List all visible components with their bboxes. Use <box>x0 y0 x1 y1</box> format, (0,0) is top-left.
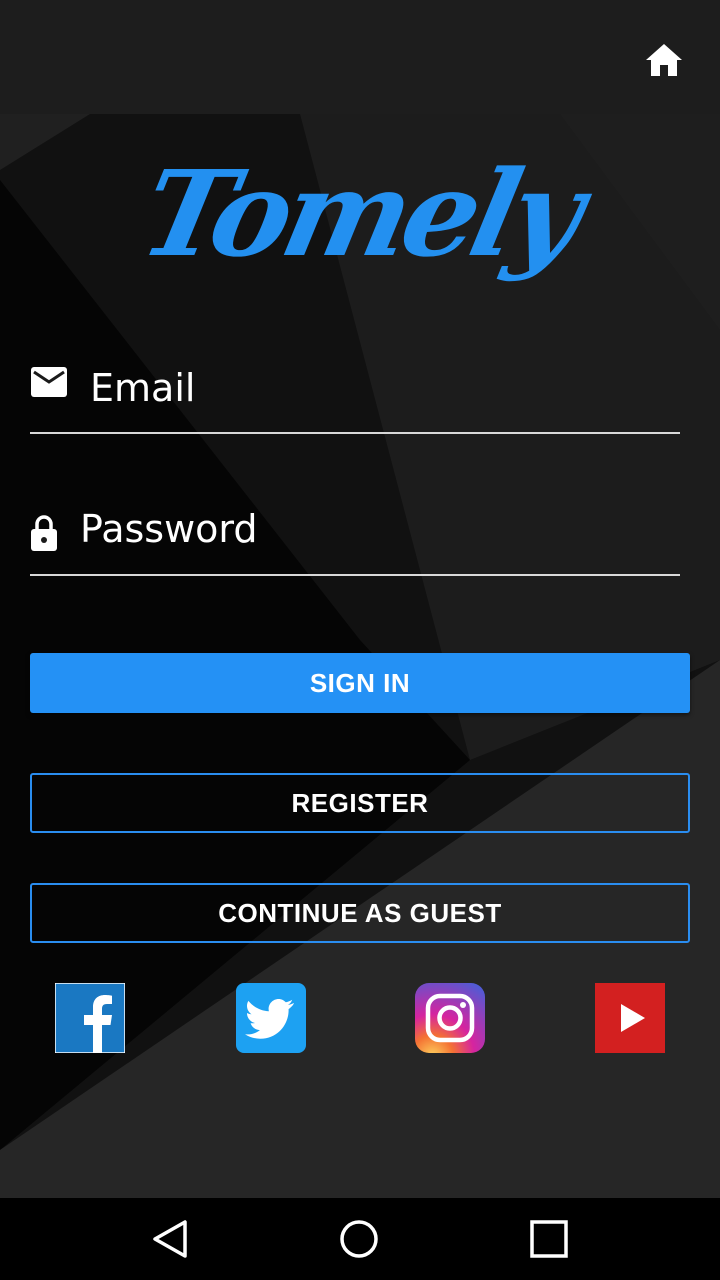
email-icon <box>30 366 68 398</box>
recents-square-icon[interactable] <box>526 1216 572 1262</box>
continue-as-guest-button[interactable]: CONTINUE AS GUEST <box>30 883 690 943</box>
password-field <box>30 486 680 576</box>
home-circle-icon[interactable] <box>336 1216 382 1262</box>
lock-icon <box>30 514 58 552</box>
logo-text: Tomely <box>130 143 590 283</box>
register-button[interactable]: REGISTER <box>30 773 690 833</box>
youtube-icon[interactable] <box>595 983 665 1053</box>
password-input[interactable] <box>80 486 670 572</box>
back-triangle-icon[interactable] <box>147 1216 193 1262</box>
instagram-icon[interactable] <box>415 983 485 1053</box>
system-nav-bar <box>0 1198 720 1280</box>
home-icon[interactable] <box>644 40 684 80</box>
email-field <box>30 344 680 434</box>
email-input[interactable] <box>90 344 670 430</box>
twitter-icon[interactable] <box>236 983 306 1053</box>
top-bar <box>0 0 720 114</box>
sign-in-button[interactable]: SIGN IN <box>30 653 690 713</box>
facebook-icon[interactable] <box>55 983 125 1053</box>
app-logo: Tomely <box>130 118 590 308</box>
